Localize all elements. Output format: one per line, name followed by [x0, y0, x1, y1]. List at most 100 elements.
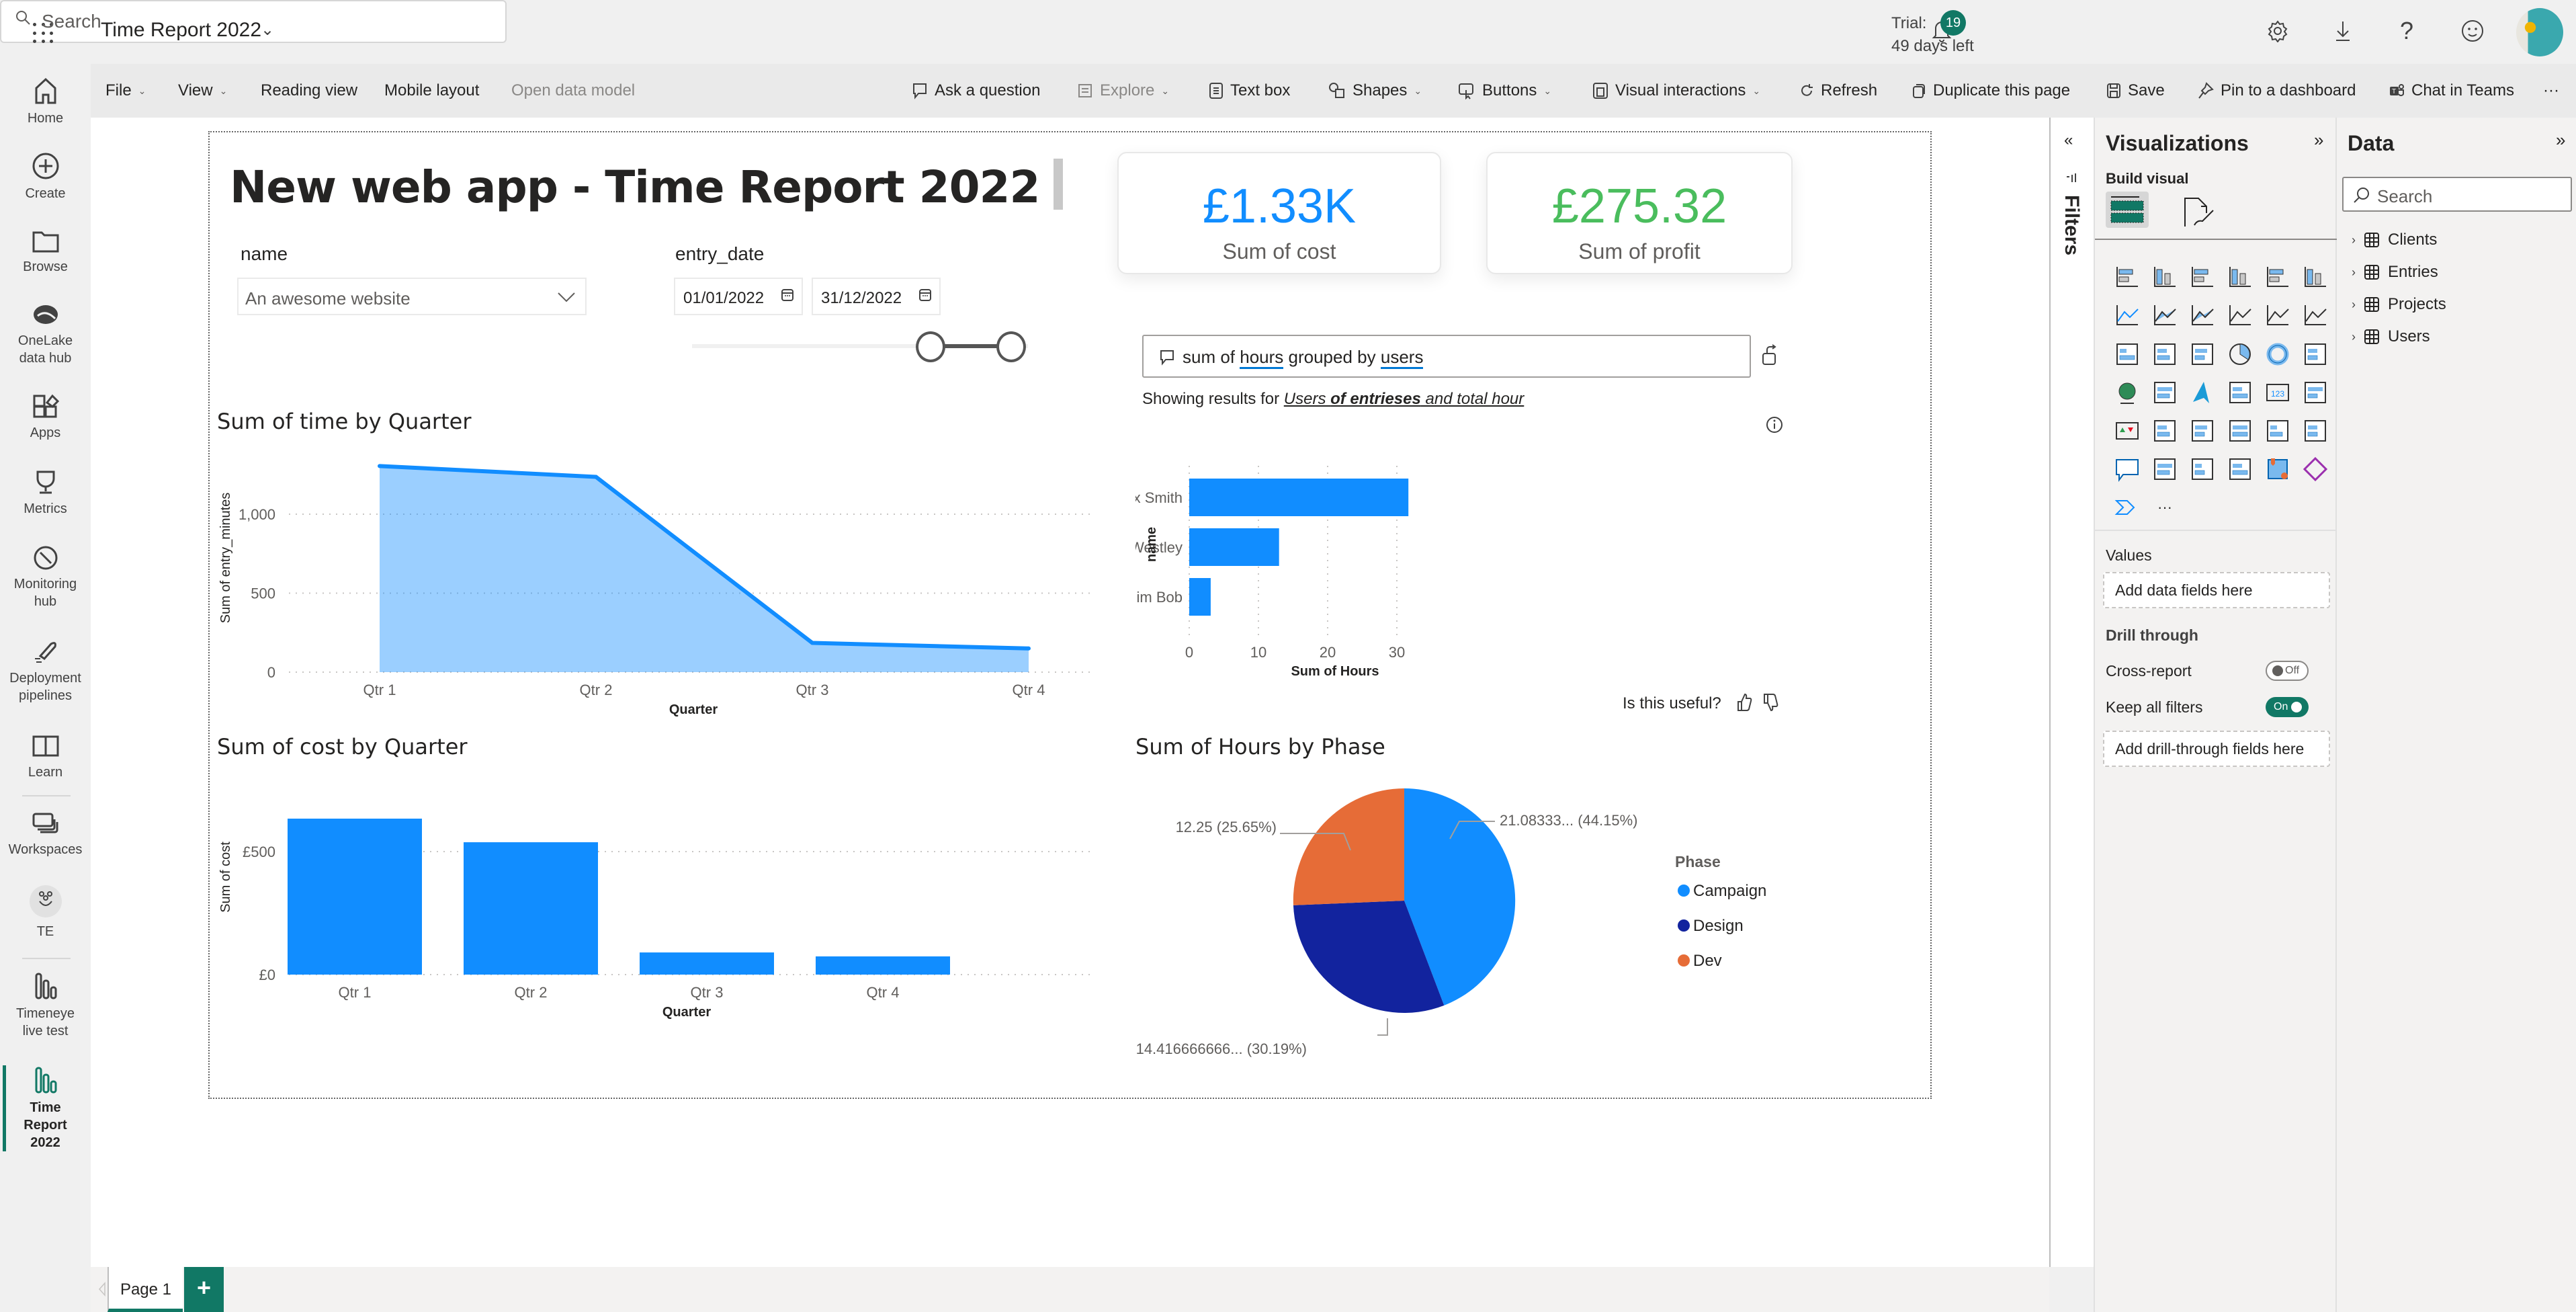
end-date-input[interactable]: 31/12/2022 — [812, 278, 941, 315]
azure-map-icon[interactable] — [2184, 377, 2221, 408]
drill-through-drop-zone[interactable]: Add drill-through fields here — [2103, 731, 2330, 767]
map-icon[interactable] — [2108, 377, 2146, 408]
time-by-quarter-area-chart[interactable]: 0 500 1,000 Qtr 1 Qtr 2 Qtr 3 Qtr 4 Quarter Sum … — [208, 444, 1102, 719]
slider-end-handle[interactable] — [996, 331, 1026, 362]
data-point[interactable] — [810, 641, 814, 645]
add-page-button[interactable]: + — [184, 1267, 224, 1312]
filters-pane-collapsed[interactable]: « Filters — [2049, 118, 2094, 1267]
slicer-icon[interactable] — [2146, 415, 2184, 446]
nav-timeneye-live-test[interactable]: Timeneye live test — [0, 971, 91, 1040]
multi-row-card-icon[interactable] — [2296, 377, 2334, 408]
format-visual-icon[interactable] — [2181, 197, 2219, 229]
bar[interactable] — [640, 952, 774, 975]
turn-into-visual-icon[interactable] — [1760, 344, 1780, 367]
nav-metrics[interactable]: Metrics — [0, 469, 91, 518]
chevron-right-icon[interactable]: › — [2352, 298, 2356, 312]
bar[interactable] — [288, 818, 422, 975]
data-table-clients[interactable]: › Clients — [2352, 231, 2437, 249]
100-stacked-column-chart-icon[interactable] — [2296, 262, 2334, 293]
feedback-icon[interactable] — [2458, 16, 2487, 46]
100-stacked-bar-chart-icon[interactable] — [2259, 262, 2296, 293]
data-point[interactable] — [378, 464, 382, 468]
key-influencers-icon[interactable] — [2259, 415, 2296, 446]
nav-browse[interactable]: Browse — [0, 227, 91, 276]
ribbon-chart-icon[interactable] — [2296, 300, 2334, 331]
duplicate-page-button[interactable]: Duplicate this page — [1912, 81, 2070, 100]
cross-report-toggle[interactable]: Off — [2266, 661, 2309, 681]
card-icon[interactable]: 123 — [2259, 377, 2296, 408]
visual-interactions-menu[interactable]: Visual interactions ⌄ — [1592, 81, 1760, 100]
page-tab-page-1[interactable]: Page 1 — [108, 1267, 183, 1312]
prev-page-icon[interactable] — [97, 1282, 107, 1297]
nav-onelake[interactable]: OneLake data hub — [0, 301, 91, 367]
power-automate-icon[interactable] — [2108, 492, 2146, 523]
thumbs-down-icon[interactable] — [1762, 692, 1779, 712]
scatter-chart-icon[interactable] — [2184, 339, 2221, 370]
qna-input[interactable]: sum of hours grouped by users — [1142, 335, 1751, 378]
stacked-column-chart-icon[interactable] — [2146, 262, 2184, 293]
nav-home[interactable]: Home — [0, 76, 91, 127]
data-table-entries[interactable]: › Entries — [2352, 263, 2438, 282]
chat-in-teams-button[interactable]: T Chat in Teams — [2389, 81, 2514, 100]
power-apps-icon[interactable] — [2296, 454, 2334, 485]
avatar[interactable] — [2516, 8, 2563, 56]
reading-view-button[interactable]: Reading view — [261, 81, 357, 100]
date-range-slider[interactable] — [692, 329, 1028, 363]
chevron-right-icon[interactable]: › — [2352, 330, 2356, 344]
text-box-button[interactable]: Text box — [1209, 81, 1290, 100]
bar[interactable] — [1189, 578, 1211, 616]
settings-icon[interactable] — [2263, 16, 2292, 46]
hours-by-user-bar-chart[interactable]: 0 10 20 30 Alex Smith Bob Westley Jim Bob Sum o… — [1135, 444, 1794, 679]
scrollbar[interactable] — [1054, 159, 1063, 210]
info-icon[interactable] — [1765, 415, 1784, 434]
shapes-menu[interactable]: Shapes ⌄ — [1328, 81, 1422, 100]
data-search-input[interactable]: Search — [2342, 177, 2572, 212]
file-menu[interactable]: File ⌄ — [105, 81, 146, 100]
nav-apps[interactable]: Apps — [0, 393, 91, 442]
keep-all-filters-toggle[interactable]: On — [2266, 697, 2309, 717]
nav-workspaces[interactable]: Workspaces — [0, 810, 91, 858]
collapse-data-pane-icon[interactable]: » — [2556, 130, 2565, 151]
clustered-bar-chart-icon[interactable] — [2184, 262, 2221, 293]
waterfall-chart-icon[interactable] — [2108, 339, 2146, 370]
calendar-icon[interactable] — [919, 288, 931, 302]
chevron-right-icon[interactable]: › — [2352, 233, 2356, 247]
kpi-card-cost[interactable]: £1.33K Sum of cost — [1117, 152, 1441, 274]
donut-chart-icon[interactable] — [2259, 339, 2296, 370]
nav-monitoring[interactable]: Monitoring hub — [0, 544, 91, 610]
data-point[interactable] — [594, 475, 598, 479]
chevron-down-icon[interactable]: ⌄ — [261, 20, 274, 40]
bar[interactable] — [816, 956, 950, 975]
hours-by-phase-pie-chart[interactable]: 21.08333... (44.15%) 14.416666666... (30.… — [1135, 780, 1794, 1062]
metrics-icon[interactable] — [2184, 454, 2221, 485]
calendar-icon[interactable] — [781, 288, 793, 302]
chevron-right-icon[interactable]: › — [2352, 265, 2356, 280]
gauge-icon[interactable] — [2221, 377, 2259, 408]
nav-create[interactable]: Create — [0, 151, 91, 202]
data-point[interactable] — [1027, 646, 1031, 651]
explore-menu[interactable]: Explore ⌄ — [1077, 81, 1169, 100]
help-icon[interactable]: ? — [2392, 16, 2421, 46]
data-table-projects[interactable]: › Projects — [2352, 295, 2446, 314]
pin-dashboard-button[interactable]: Pin to a dashboard — [2198, 81, 2356, 100]
refresh-button[interactable]: Refresh — [1799, 81, 1877, 100]
cost-by-quarter-column-chart[interactable]: £0 £500 Qtr 1 Qtr 2 Qtr 3 Qtr 4 Quarter Sum of … — [208, 780, 1102, 1022]
download-icon[interactable] — [2328, 16, 2358, 46]
expand-right-icon[interactable]: » — [2314, 130, 2323, 151]
more-options-button[interactable]: ··· — [2543, 81, 2559, 100]
nav-learn[interactable]: Learn — [0, 733, 91, 781]
matrix-icon[interactable] — [2221, 415, 2259, 446]
slider-start-handle[interactable] — [916, 331, 945, 362]
decomposition-tree-icon[interactable] — [2296, 415, 2334, 446]
bar[interactable] — [1189, 528, 1279, 566]
funnel-chart-icon[interactable] — [2146, 339, 2184, 370]
nav-workspace-te[interactable]: TE — [0, 885, 91, 940]
app-title[interactable]: Time Report 2022 — [101, 19, 261, 42]
smart-narrative-icon[interactable] — [2146, 454, 2184, 485]
area-chart-icon[interactable] — [2146, 300, 2184, 331]
kpi-card-profit[interactable]: £275.32 Sum of profit — [1486, 152, 1793, 274]
ask-question-button[interactable]: Ask a question — [912, 81, 1040, 100]
nav-deployment[interactable]: Deployment pipelines — [0, 639, 91, 704]
more-visuals-icon[interactable]: ··· — [2146, 492, 2184, 523]
pie-chart-icon[interactable] — [2221, 339, 2259, 370]
